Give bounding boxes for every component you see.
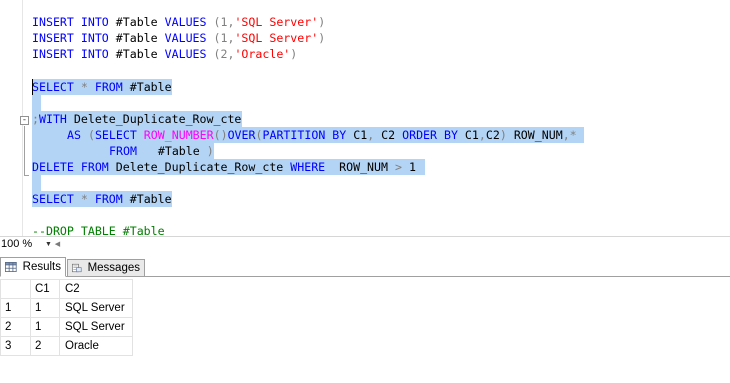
sql-function: ROW_NUMBER <box>136 128 214 142</box>
sql-keyword: WITH <box>38 112 67 126</box>
code-line-select-2: SELECT * FROM #Table <box>32 191 172 207</box>
sql-operator: (1, <box>206 15 235 29</box>
sql-keyword: OVER <box>227 128 256 142</box>
sql-text: #Table <box>122 192 172 206</box>
table-row[interactable]: 3 2 Oracle <box>0 336 133 356</box>
grid-cell-c2[interactable]: Oracle <box>59 336 133 356</box>
grid-icon <box>5 262 17 272</box>
selection-highlight <box>32 175 41 191</box>
row-number[interactable]: 3 <box>0 336 31 356</box>
sql-keyword: PARTITION BY <box>262 128 347 142</box>
sql-text: Delete_Duplicate_Row_cte <box>66 112 242 126</box>
sql-keyword: INSERT INTO <box>32 31 109 45</box>
sql-text: ROW_NUM <box>506 128 563 142</box>
sql-text: C2 <box>374 128 403 142</box>
code-line-delete: DELETE FROM Delete_Duplicate_Row_cte WHE… <box>32 159 416 175</box>
sql-string: 'SQL Server' <box>234 31 319 45</box>
collapse-guide-line <box>24 126 25 176</box>
sql-keyword: VALUES <box>164 31 207 45</box>
text-caret <box>32 79 33 95</box>
sql-operator: ) <box>318 31 326 45</box>
code-line-comment: --DROP TABLE #Table <box>32 224 165 236</box>
column-header-c1[interactable]: C1 <box>30 279 60 299</box>
table-row[interactable]: 1 1 SQL Server <box>0 298 133 318</box>
grid-corner-cell[interactable] <box>0 279 31 299</box>
sql-text: C1 <box>346 128 368 142</box>
code-line-insert-2: INSERT INTO #Table VALUES (1,'SQL Server… <box>32 30 325 46</box>
sql-text: #Table <box>108 15 165 29</box>
sql-operator: ( <box>80 128 95 142</box>
sql-operator: () <box>213 128 228 142</box>
code-line-insert-3: INSERT INTO #Table VALUES (2,'Oracle') <box>32 46 297 62</box>
table-row[interactable]: 2 1 SQL Server <box>0 317 133 337</box>
results-grid[interactable]: C1 C2 1 1 SQL Server 2 1 SQL Server 3 2 … <box>0 279 133 356</box>
sql-text: C2 <box>485 128 500 142</box>
grid-header-row: C1 C2 <box>0 279 133 299</box>
row-number[interactable]: 1 <box>0 298 31 318</box>
sql-keyword: FROM <box>94 80 123 94</box>
scroll-left-icon[interactable]: ◀ <box>53 240 62 248</box>
messages-icon <box>72 263 82 273</box>
collapse-toggle-icon[interactable]: - <box>20 116 29 125</box>
grid-cell-c2[interactable]: SQL Server <box>59 298 133 318</box>
grid-cell-c1[interactable]: 2 <box>30 336 60 356</box>
sql-text: ROW_NUM <box>325 160 395 174</box>
tab-messages[interactable]: Messages <box>67 259 145 277</box>
sql-text: 1 <box>401 160 416 174</box>
sql-operator: (2, <box>206 47 235 61</box>
query-editor[interactable]: INSERT INTO #Table VALUES (1,'SQL Server… <box>0 0 730 236</box>
sql-keyword: FROM <box>94 192 123 206</box>
sql-operator: ; <box>32 112 39 126</box>
sql-text: #Table <box>136 144 207 158</box>
sql-operator: * <box>73 192 95 206</box>
sql-string: 'Oracle' <box>234 47 291 61</box>
sql-operator: ) <box>206 144 214 158</box>
sql-keyword: SELECT <box>32 80 74 94</box>
sql-operator: ,* <box>562 128 577 142</box>
sql-keyword: FROM <box>109 144 137 158</box>
sql-text: #Table <box>108 47 165 61</box>
sql-text: #Table <box>108 31 165 45</box>
editor-status-strip: 100 % ▼ ◀ <box>0 236 730 251</box>
row-number[interactable]: 2 <box>0 317 31 337</box>
tab-messages-label: Messages <box>87 262 140 274</box>
sql-string: 'SQL Server' <box>234 15 319 29</box>
code-line-cte-as: AS (SELECT ROW_NUMBER()OVER(PARTITION BY… <box>67 127 577 143</box>
sql-operator: * <box>73 80 95 94</box>
code-line-cte-from: FROM #Table ) <box>109 143 214 159</box>
sql-text: #Table <box>122 80 172 94</box>
sql-keyword: VALUES <box>164 47 207 61</box>
column-header-c2[interactable]: C2 <box>59 279 133 299</box>
sql-keyword: INSERT INTO <box>32 47 109 61</box>
sql-keyword: ORDER BY <box>402 128 458 142</box>
sql-keyword: DELETE FROM <box>32 160 109 174</box>
zoom-level[interactable]: 100 % <box>0 238 44 250</box>
zoom-control[interactable]: 100 % ▼ ◀ <box>0 237 62 251</box>
sql-text: Delete_Duplicate_Row_cte <box>108 160 291 174</box>
sql-keyword: WHERE <box>290 160 326 174</box>
selection-highlight <box>32 95 41 111</box>
sql-text: C1 <box>457 128 479 142</box>
sql-keyword: VALUES <box>164 15 207 29</box>
sql-keyword: SELECT <box>94 128 137 142</box>
grid-cell-c1[interactable]: 1 <box>30 317 60 337</box>
code-line-select-1: SELECT * FROM #Table <box>32 79 172 95</box>
sql-operator: ) <box>318 15 326 29</box>
code-line-insert-1: INSERT INTO #Table VALUES (1,'SQL Server… <box>32 14 325 30</box>
sql-operator: ) <box>290 47 298 61</box>
chevron-down-icon[interactable]: ▼ <box>44 241 53 248</box>
code-line-with-cte: ;WITH Delete_Duplicate_Row_cte <box>32 111 241 127</box>
sql-operator: > <box>394 160 402 174</box>
grid-cell-c1[interactable]: 1 <box>30 298 60 318</box>
sql-operator: ) <box>499 128 507 142</box>
sql-keyword: SELECT <box>32 192 74 206</box>
sql-keyword: INSERT INTO <box>32 15 109 29</box>
collapse-guide-end <box>24 175 29 176</box>
grid-cell-c2[interactable]: SQL Server <box>59 317 133 337</box>
sql-operator: , <box>478 128 486 142</box>
sql-operator: (1, <box>206 31 235 45</box>
sql-keyword: AS <box>67 128 81 142</box>
tab-results-label: Results <box>22 261 61 273</box>
tab-results[interactable]: Results <box>0 257 66 277</box>
